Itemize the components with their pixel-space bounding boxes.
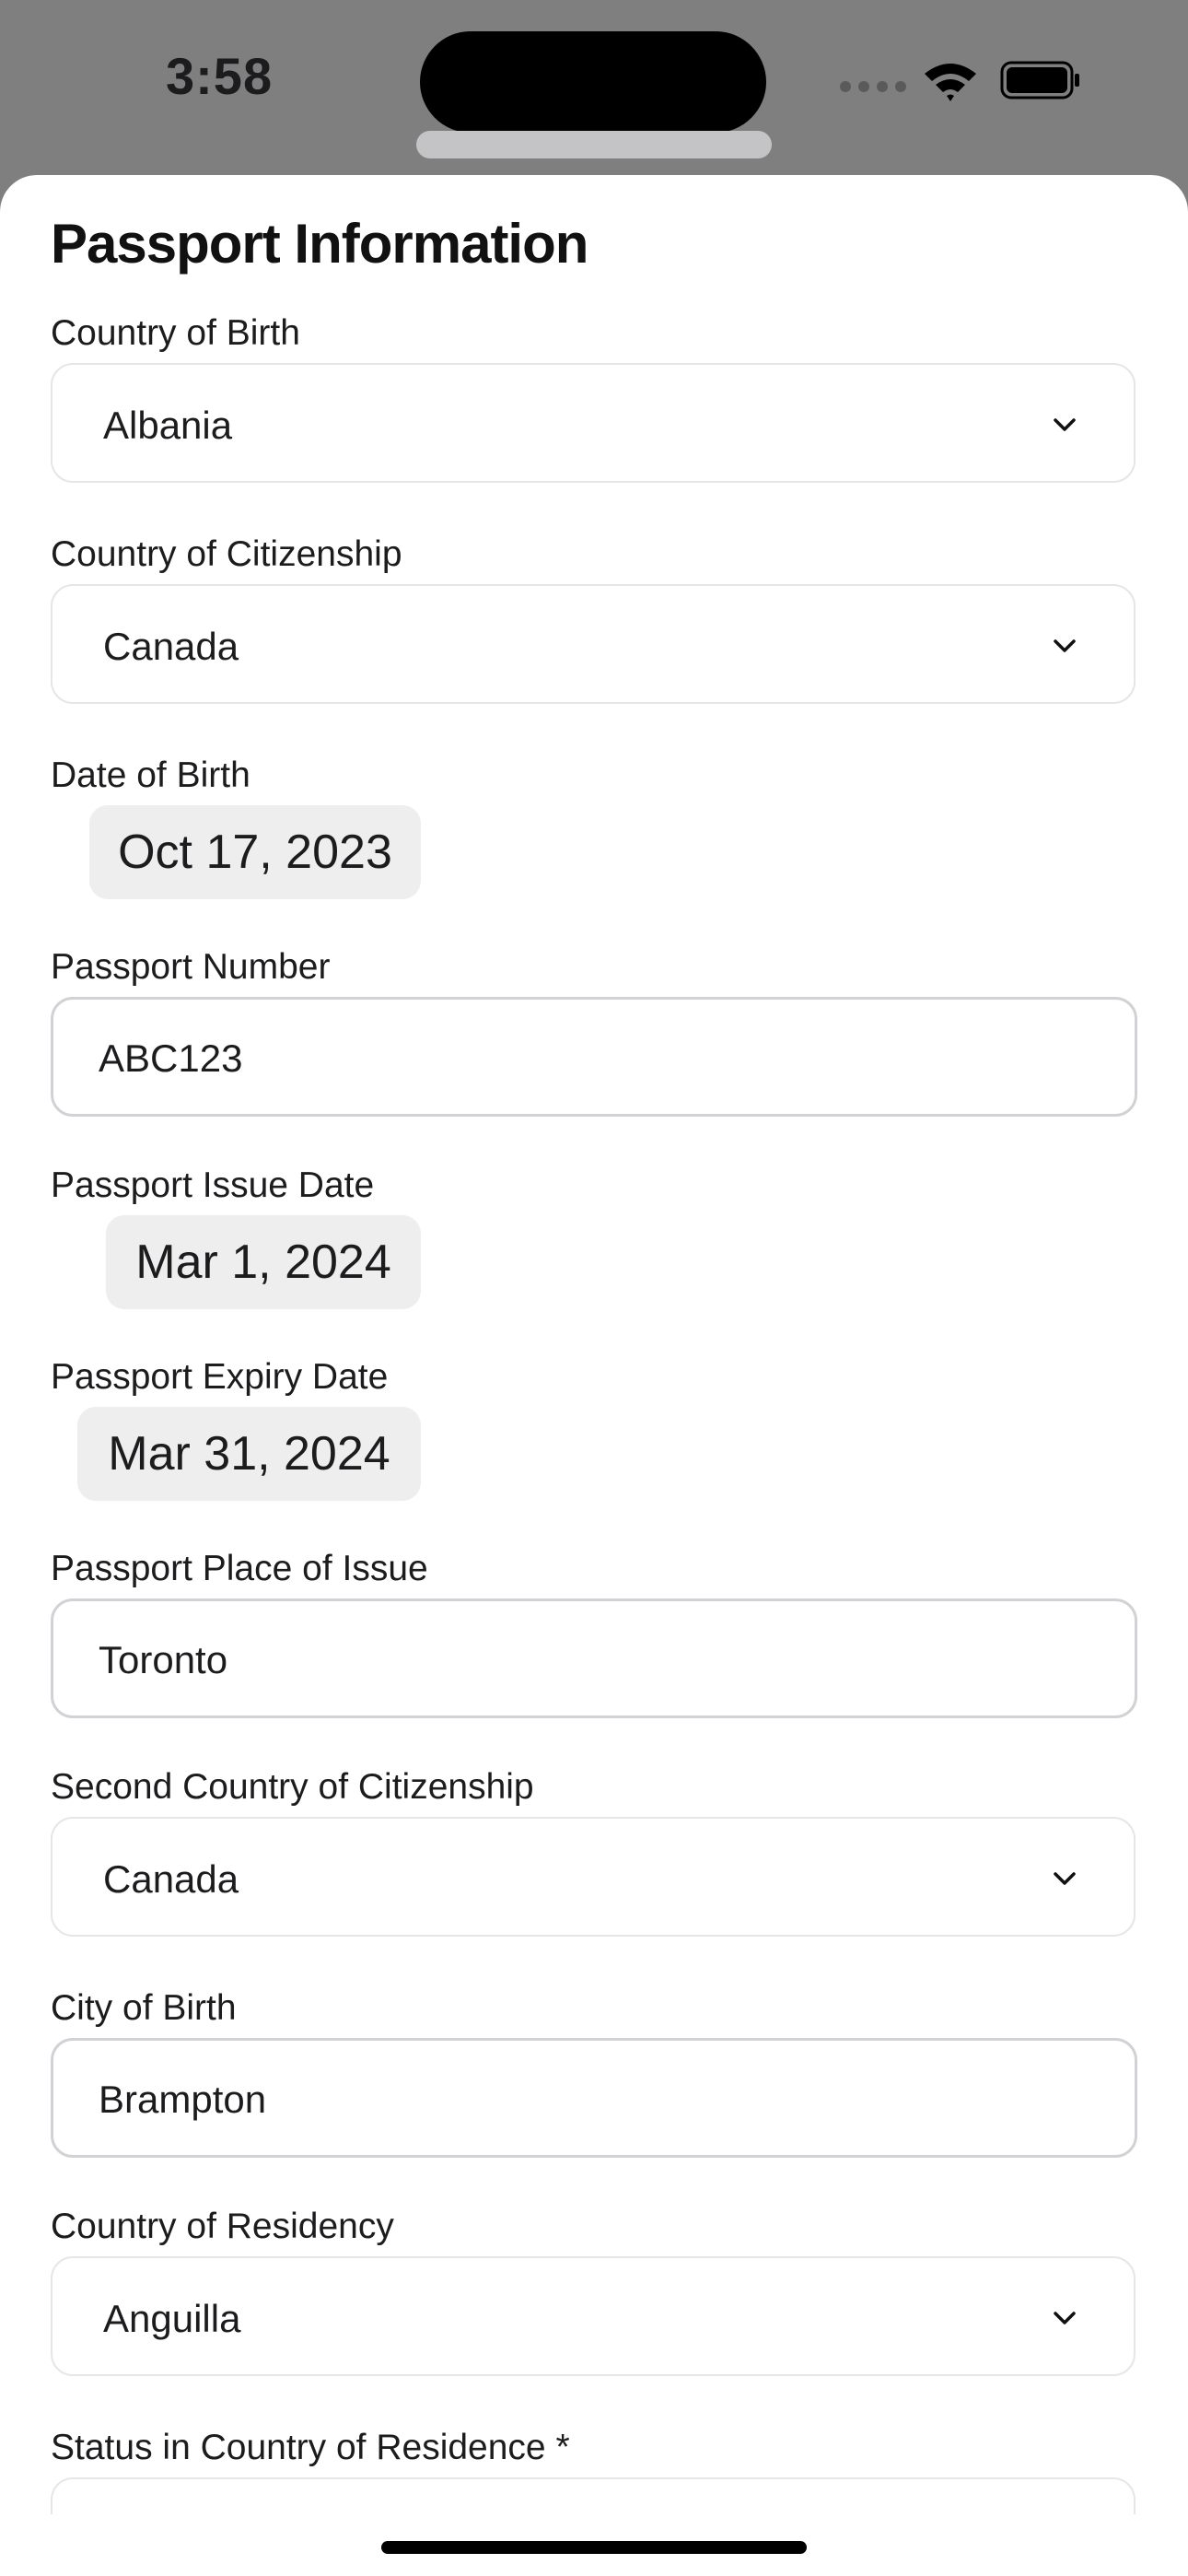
country-of-citizenship-label: Country of Citizenship xyxy=(51,534,402,574)
chevron-down-icon xyxy=(1054,418,1076,431)
chevron-down-icon xyxy=(1054,1872,1076,1885)
passport-expiry-date-picker[interactable]: Mar 31, 2024 xyxy=(77,1407,421,1501)
status-time: 3:58 xyxy=(166,47,274,105)
passport-form-sheet: Passport Information Country of Birth Al… xyxy=(0,175,1188,2576)
passport-issue-date-label: Passport Issue Date xyxy=(51,1165,375,1205)
city-of-birth-label: City of Birth xyxy=(51,1988,237,2028)
date-of-birth-picker[interactable]: Oct 17, 2023 xyxy=(89,805,421,899)
chevron-down-icon xyxy=(1054,639,1076,652)
date-of-birth-label: Date of Birth xyxy=(51,755,250,795)
country-of-residency-value: Anguilla xyxy=(103,2297,241,2340)
status-bar: 3:58 xyxy=(0,0,1188,166)
wifi-icon xyxy=(925,64,976,101)
passport-number-label: Passport Number xyxy=(51,947,331,987)
passport-issue-date-picker[interactable]: Mar 1, 2024 xyxy=(106,1215,421,1309)
passport-place-of-issue-label: Passport Place of Issue xyxy=(51,1549,428,1588)
country-of-birth-label: Country of Birth xyxy=(51,313,300,353)
chevron-down-icon xyxy=(1054,2312,1076,2324)
sheet-grabber[interactable] xyxy=(416,131,772,158)
second-country-of-citizenship-select[interactable]: Canada xyxy=(51,1817,1136,1937)
country-of-residency-label: Country of Residency xyxy=(51,2207,394,2246)
home-indicator[interactable] xyxy=(381,2541,807,2554)
city-of-birth-field[interactable]: Brampton xyxy=(51,2038,1137,2158)
passport-place-of-issue-field[interactable]: Toronto xyxy=(51,1598,1137,1718)
passport-place-of-issue-value: Toronto xyxy=(99,1638,228,1681)
country-of-birth-value: Albania xyxy=(103,404,233,447)
signal-dots-icon xyxy=(840,81,906,92)
country-of-birth-select[interactable]: Albania xyxy=(51,363,1136,483)
passport-number-value: ABC123 xyxy=(99,1036,243,1080)
country-of-residency-select[interactable]: Anguilla xyxy=(51,2256,1136,2376)
second-country-of-citizenship-value: Canada xyxy=(103,1857,239,1901)
city-of-birth-value: Brampton xyxy=(99,2078,267,2121)
country-of-citizenship-value: Canada xyxy=(103,625,239,668)
status-in-country-of-residence-select[interactable] xyxy=(51,2477,1136,2514)
country-of-citizenship-select[interactable]: Canada xyxy=(51,584,1136,704)
passport-expiry-date-label: Passport Expiry Date xyxy=(51,1357,389,1397)
dynamic-island xyxy=(420,31,766,133)
page-title: Passport Information xyxy=(51,213,588,275)
battery-icon xyxy=(1000,61,1079,100)
passport-number-field[interactable]: ABC123 xyxy=(51,997,1137,1117)
status-in-country-of-residence-label: Status in Country of Residence * xyxy=(51,2428,570,2467)
second-country-of-citizenship-label: Second Country of Citizenship xyxy=(51,1767,534,1807)
